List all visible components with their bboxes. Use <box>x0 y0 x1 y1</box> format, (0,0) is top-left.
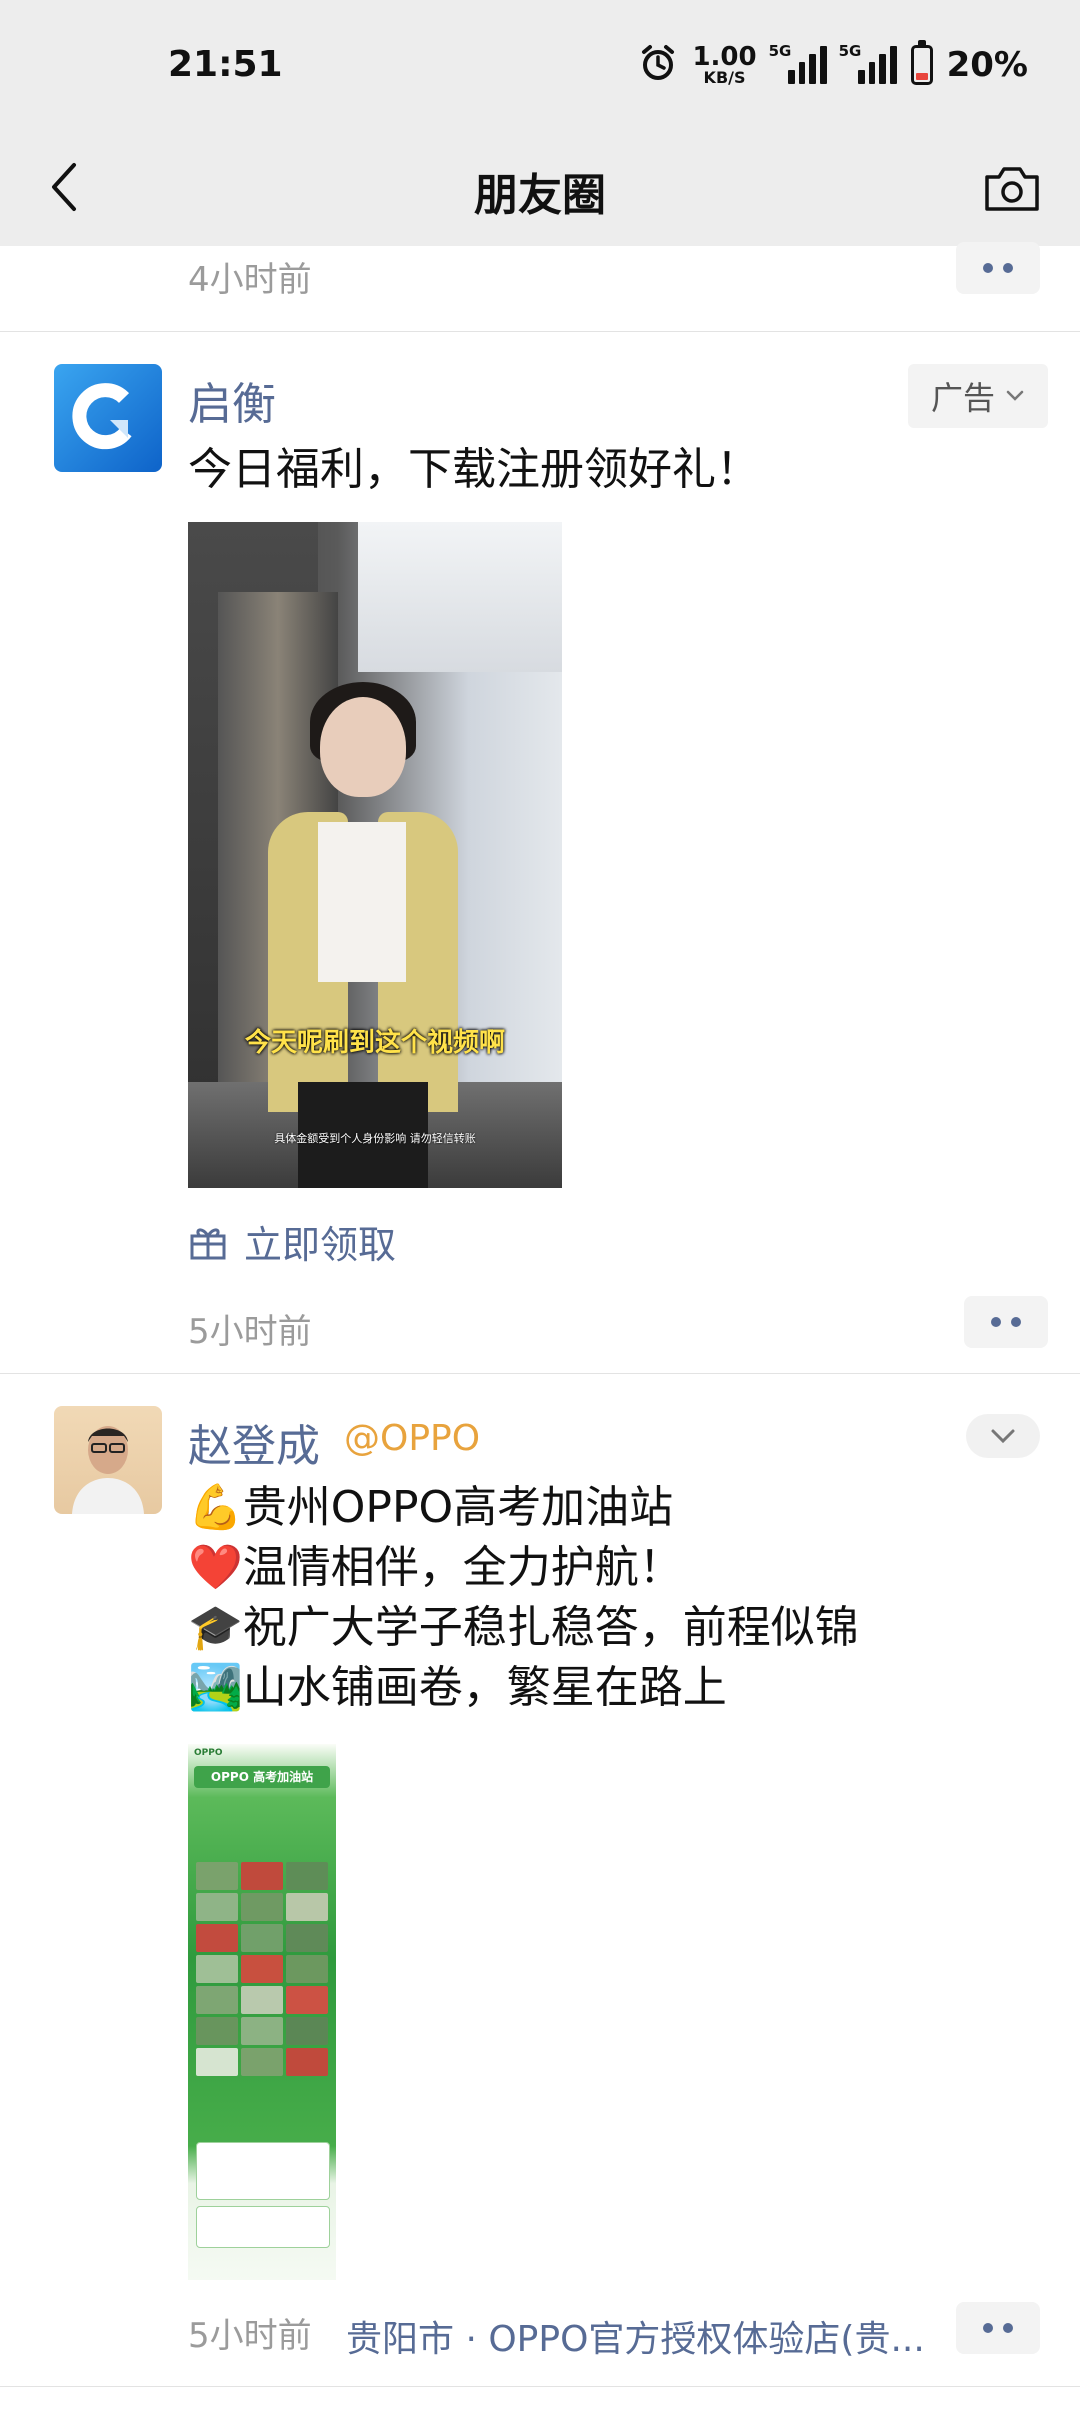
qiheng-logo-icon <box>72 383 132 450</box>
more-dots-icon <box>991 1317 1001 1327</box>
user-photo <box>72 1426 144 1514</box>
avatar[interactable] <box>54 364 162 472</box>
battery-fill <box>915 73 928 80</box>
battery-percent: 20% <box>946 45 1028 85</box>
nav-bar: 朋友圈 <box>0 135 1080 246</box>
post-time: 5小时前 <box>188 1312 312 1352</box>
post-text-line: ❤️温情相伴，全力护航！ <box>188 1542 683 1593</box>
signal-sim2-icon: 5G <box>839 42 897 84</box>
more-button[interactable] <box>964 1296 1048 1348</box>
alarm-icon <box>638 43 678 87</box>
ad-badge[interactable]: 广告 <box>908 364 1048 428</box>
network-speed: 1.00 KB/S <box>692 42 757 87</box>
more-button[interactable] <box>956 242 1040 294</box>
camera-icon <box>985 167 1039 211</box>
page-title: 朋友圈 <box>474 170 606 221</box>
poster-name[interactable]: 启衡 <box>188 368 276 432</box>
more-dots-icon <box>983 263 993 273</box>
poster-brand: OPPO <box>194 1748 223 1758</box>
collapse-button[interactable] <box>966 1414 1040 1458</box>
post-location[interactable]: 贵阳市 · OPPO官方授权体验店(贵... <box>346 2310 925 2362</box>
chevron-down-icon <box>991 1429 1015 1444</box>
avatar[interactable] <box>54 1406 162 1514</box>
post-text: 今日福利，下载注册领好礼！ <box>188 444 760 495</box>
status-time: 21:51 <box>168 44 283 85</box>
top-bar: 21:51 1.00 KB/S 5G 5G 20% 朋友圈 <box>0 0 1080 246</box>
video-caption: 具体金额受到个人身份影响 请勿轻信转账 <box>274 1132 476 1145</box>
camera-button[interactable] <box>978 155 1046 223</box>
post-text-line: 🏞️山水铺画卷，繁星在路上 <box>188 1662 727 1713</box>
battery-icon <box>910 40 933 85</box>
signal-sim1-icon: 5G <box>769 42 827 84</box>
more-dots-icon <box>983 2323 993 2333</box>
post-time: 4小时前 <box>188 260 312 300</box>
poster-title: OPPO 高考加油站 <box>194 1766 330 1788</box>
more-button[interactable] <box>956 2302 1040 2354</box>
video-subtitle: 今天呢刷到这个视频啊 <box>244 1028 505 1058</box>
divider <box>0 331 1080 332</box>
status-bar: 21:51 1.00 KB/S 5G 5G 20% <box>0 0 1080 135</box>
claim-button[interactable]: 立即领取 <box>188 1214 396 1269</box>
post-text-line: 💪贵州OPPO高考加油站 <box>188 1482 674 1533</box>
post-video[interactable]: 今天呢刷到这个视频啊 具体金额受到个人身份影响 请勿轻信转账 <box>188 522 562 1188</box>
post-time: 5小时前 <box>188 2316 312 2356</box>
chevron-down-icon <box>1006 390 1024 401</box>
divider <box>0 2386 1080 2387</box>
poster-name[interactable]: 赵登成 <box>188 1410 320 1474</box>
post-image[interactable]: OPPO OPPO 高考加油站 <box>188 1744 336 2280</box>
post-text-line: 🎓祝广大学子稳扎稳答，前程似锦 <box>188 1602 859 1653</box>
divider <box>0 1373 1080 1374</box>
gift-icon <box>190 1228 226 1259</box>
photo-grid <box>196 1862 328 2076</box>
status-icons: 1.00 KB/S 5G 5G 20% <box>638 40 1028 90</box>
poster-handle[interactable]: @OPPO <box>344 1418 480 1459</box>
